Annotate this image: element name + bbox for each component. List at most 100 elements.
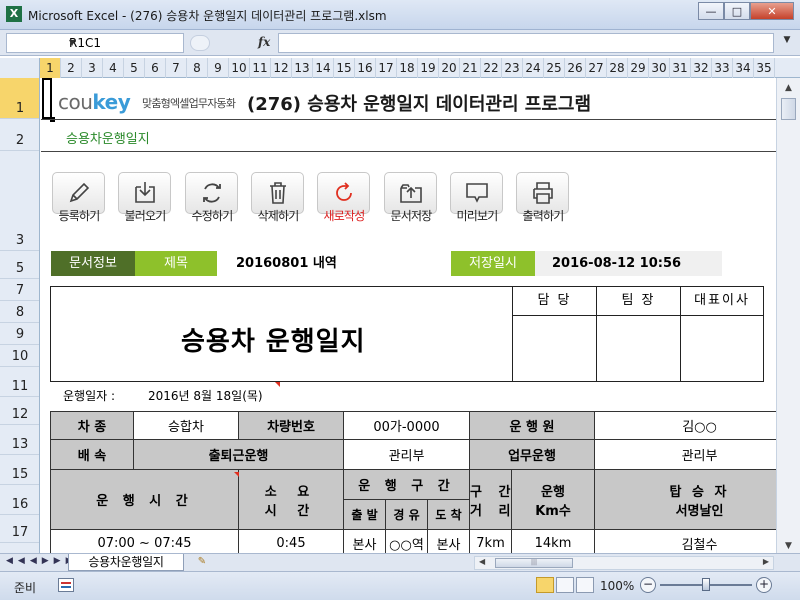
register-label: 등록하기: [58, 209, 101, 223]
column-header[interactable]: 19: [418, 58, 439, 78]
worksheet[interactable]: coukey 맞춤형엑셀업무자동화 (276) 승용차 운행일지 데이터관리 프…: [41, 78, 776, 556]
active-cell[interactable]: [42, 78, 55, 122]
column-header[interactable]: 7: [166, 58, 187, 78]
column-header[interactable]: 14: [313, 58, 334, 78]
insert-function-icon[interactable]: fx: [258, 35, 270, 49]
row-header[interactable]: 17: [0, 515, 39, 543]
row-header[interactable]: 13: [0, 425, 39, 455]
row-header[interactable]: 5: [0, 251, 39, 279]
row-header[interactable]: 16: [0, 485, 39, 515]
col-section: 운 행 구 간: [342, 469, 471, 500]
commute-purpose-value[interactable]: 출퇴근운행: [133, 439, 344, 470]
zoom-level[interactable]: 100%: [600, 579, 634, 593]
pencil-icon: [69, 182, 89, 203]
column-header[interactable]: 10: [229, 58, 250, 78]
col-signature-line2: 서명날인: [675, 503, 724, 519]
column-header[interactable]: 30: [649, 58, 670, 78]
column-header[interactable]: 3: [82, 58, 103, 78]
row-header[interactable]: 10: [0, 345, 39, 367]
column-header[interactable]: 18: [397, 58, 418, 78]
column-header[interactable]: 5: [124, 58, 145, 78]
column-header[interactable]: 25: [544, 58, 565, 78]
column-header[interactable]: 17: [376, 58, 397, 78]
column-header[interactable]: 4: [103, 58, 124, 78]
work-run-value[interactable]: 관리부: [594, 439, 776, 470]
column-header[interactable]: 35: [754, 58, 775, 78]
formula-bar-handle[interactable]: [190, 35, 210, 51]
row-header[interactable]: 7: [0, 279, 39, 301]
column-header[interactable]: 1: [40, 58, 61, 78]
column-header[interactable]: 28: [607, 58, 628, 78]
row-header[interactable]: 12: [0, 397, 39, 425]
close-button[interactable]: ✕: [750, 2, 794, 20]
scroll-right-icon[interactable]: ▶: [763, 557, 769, 566]
run-date-value[interactable]: 2016년 8월 18일(목): [148, 387, 263, 404]
preview-icon: [465, 183, 488, 203]
row-header[interactable]: 9: [0, 323, 39, 345]
scroll-left-icon[interactable]: ◀: [479, 557, 485, 566]
row-header[interactable]: 3: [0, 151, 39, 251]
page-layout-view-button[interactable]: [556, 577, 574, 593]
chevron-down-icon[interactable]: ▼: [69, 38, 179, 47]
vertical-scroll-thumb[interactable]: [781, 98, 796, 120]
column-header[interactable]: 23: [502, 58, 523, 78]
zoom-slider-thumb[interactable]: [702, 578, 710, 591]
column-header[interactable]: 9: [208, 58, 229, 78]
row-header[interactable]: 15: [0, 455, 39, 485]
column-header[interactable]: 13: [292, 58, 313, 78]
column-header[interactable]: 16: [355, 58, 376, 78]
page-break-view-button[interactable]: [576, 577, 594, 593]
column-header[interactable]: 22: [481, 58, 502, 78]
maximize-button[interactable]: □: [724, 2, 750, 20]
horizontal-scroll-thumb[interactable]: |||: [495, 558, 573, 568]
column-header[interactable]: 31: [670, 58, 691, 78]
column-header[interactable]: 20: [439, 58, 460, 78]
title-value[interactable]: 20160801 내역: [236, 251, 446, 276]
insert-sheet-icon[interactable]: ✎: [193, 556, 211, 569]
dept-value[interactable]: 관리부: [342, 439, 471, 470]
window-controls: — □ ✕: [698, 2, 794, 20]
column-header[interactable]: 29: [628, 58, 649, 78]
column-header[interactable]: 32: [691, 58, 712, 78]
comment-indicator[interactable]: [275, 382, 280, 387]
column-header[interactable]: 33: [712, 58, 733, 78]
row-header[interactable]: 1: [0, 78, 39, 119]
column-header[interactable]: 6: [145, 58, 166, 78]
horizontal-scrollbar[interactable]: ◀ ||| ▶: [474, 556, 774, 570]
normal-view-button[interactable]: [536, 577, 554, 593]
column-header[interactable]: 8: [187, 58, 208, 78]
column-header[interactable]: 27: [586, 58, 607, 78]
zoom-out-button[interactable]: −: [640, 577, 656, 593]
macro-record-icon[interactable]: [58, 578, 74, 592]
car-type-value[interactable]: 승합차: [133, 411, 239, 440]
sheet-tab-active[interactable]: 승용차운행일지: [68, 554, 184, 571]
excel-app-icon[interactable]: X: [6, 6, 22, 22]
expand-formula-bar-icon[interactable]: ▼: [780, 35, 794, 51]
name-box[interactable]: R1C1 ▼: [6, 33, 184, 53]
select-all-corner[interactable]: [0, 58, 40, 78]
column-header[interactable]: 34: [733, 58, 754, 78]
scroll-down-icon[interactable]: ▼: [780, 538, 797, 554]
row-header[interactable]: 8: [0, 301, 39, 323]
row-header[interactable]: 2: [0, 119, 39, 151]
vertical-scrollbar[interactable]: ▲ ▼: [776, 78, 800, 556]
col-km-line1: 운행: [541, 484, 565, 500]
sheet-nav-arrows-icon[interactable]: ◀◀◀▶▶▶: [6, 556, 78, 566]
car-number-value[interactable]: 00가-0000: [342, 411, 471, 440]
column-header[interactable]: 11: [250, 58, 271, 78]
subtitle-divider: [41, 151, 776, 152]
scroll-up-icon[interactable]: ▲: [780, 80, 797, 96]
col-depart: 출 발: [343, 499, 386, 530]
driver-value[interactable]: 김○○: [594, 411, 776, 440]
minimize-button[interactable]: —: [698, 2, 724, 20]
comment-indicator[interactable]: [234, 472, 239, 477]
column-header[interactable]: 12: [271, 58, 292, 78]
formula-input[interactable]: [278, 33, 774, 53]
column-header[interactable]: 2: [61, 58, 82, 78]
zoom-in-button[interactable]: +: [756, 577, 772, 593]
row-header[interactable]: 11: [0, 367, 39, 397]
column-header[interactable]: 15: [334, 58, 355, 78]
column-header[interactable]: 21: [460, 58, 481, 78]
column-header[interactable]: 26: [565, 58, 586, 78]
column-header[interactable]: 24: [523, 58, 544, 78]
